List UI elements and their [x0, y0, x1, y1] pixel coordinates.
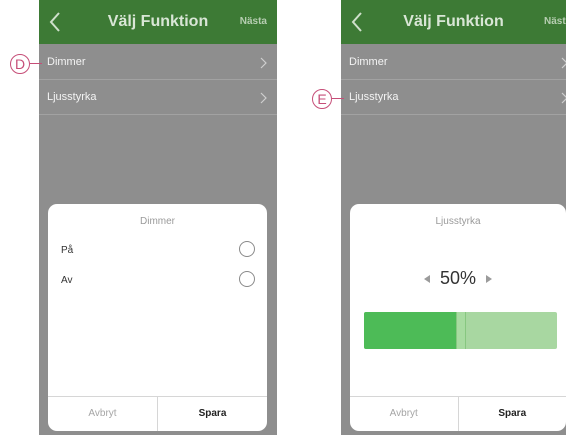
option-label: Av: [61, 275, 73, 286]
callout-e: E: [312, 89, 332, 109]
chevron-right-icon: [260, 57, 267, 69]
list-item-label: Ljusstyrka: [47, 91, 97, 103]
sheet-footer: Avbryt Spara: [350, 396, 566, 431]
top-bar: Välj Funktion Nästa: [341, 0, 566, 44]
dimmer-bottom-sheet: Dimmer På Av Avbryt Spara: [48, 204, 267, 431]
list-item-dimmer[interactable]: Dimmer: [39, 46, 277, 80]
list-item-ljusstyrka[interactable]: Ljusstyrka: [39, 81, 277, 115]
sheet-title: Ljusstyrka: [435, 216, 481, 227]
chevron-right-icon: [561, 57, 566, 69]
sheet-title: Dimmer: [140, 216, 175, 227]
slider-handle[interactable]: [456, 312, 466, 349]
list-item-label: Ljusstyrka: [349, 91, 399, 103]
chevron-right-icon: [561, 92, 566, 104]
phone-screen-dimmer: Välj Funktion Nästa Dimmer Ljusstyrka Di…: [39, 0, 277, 435]
option-off[interactable]: Av: [48, 271, 267, 293]
chevron-right-icon: [260, 92, 267, 104]
radio-button-icon[interactable]: [239, 241, 255, 257]
save-button[interactable]: Spara: [158, 397, 267, 431]
list-item-ljusstyrka[interactable]: Ljusstyrka: [341, 81, 566, 115]
cancel-button[interactable]: Avbryt: [350, 397, 459, 431]
cancel-button[interactable]: Avbryt: [48, 397, 158, 431]
save-button[interactable]: Spara: [459, 397, 566, 431]
next-button[interactable]: Nästa: [240, 16, 267, 27]
radio-button-icon[interactable]: [239, 271, 255, 287]
next-button[interactable]: Nästa: [544, 16, 566, 27]
phone-screen-brightness: Välj Funktion Nästa Dimmer Ljusstyrka Lj…: [341, 0, 566, 435]
option-on[interactable]: På: [48, 241, 267, 263]
list-item-label: Dimmer: [349, 56, 388, 68]
list-item-label: Dimmer: [47, 56, 86, 68]
slider-fill: [364, 312, 461, 349]
brightness-value-row: 50%: [350, 268, 566, 289]
increase-arrow-icon[interactable]: [486, 274, 493, 283]
brightness-value: 50%: [439, 268, 477, 288]
list-item-dimmer[interactable]: Dimmer: [341, 46, 566, 80]
sheet-footer: Avbryt Spara: [48, 396, 267, 431]
top-bar: Välj Funktion Nästa: [39, 0, 277, 44]
decrease-arrow-icon[interactable]: [423, 274, 430, 283]
brightness-slider[interactable]: [364, 312, 557, 349]
callout-d: D: [10, 54, 30, 74]
callout-e-leader-line: [332, 98, 344, 99]
callout-d-leader-line: [30, 63, 42, 64]
option-label: På: [61, 245, 74, 256]
page-title: Välj Funktion: [403, 13, 504, 30]
brightness-bottom-sheet: Ljusstyrka 50% Avbryt Spara: [350, 204, 566, 431]
